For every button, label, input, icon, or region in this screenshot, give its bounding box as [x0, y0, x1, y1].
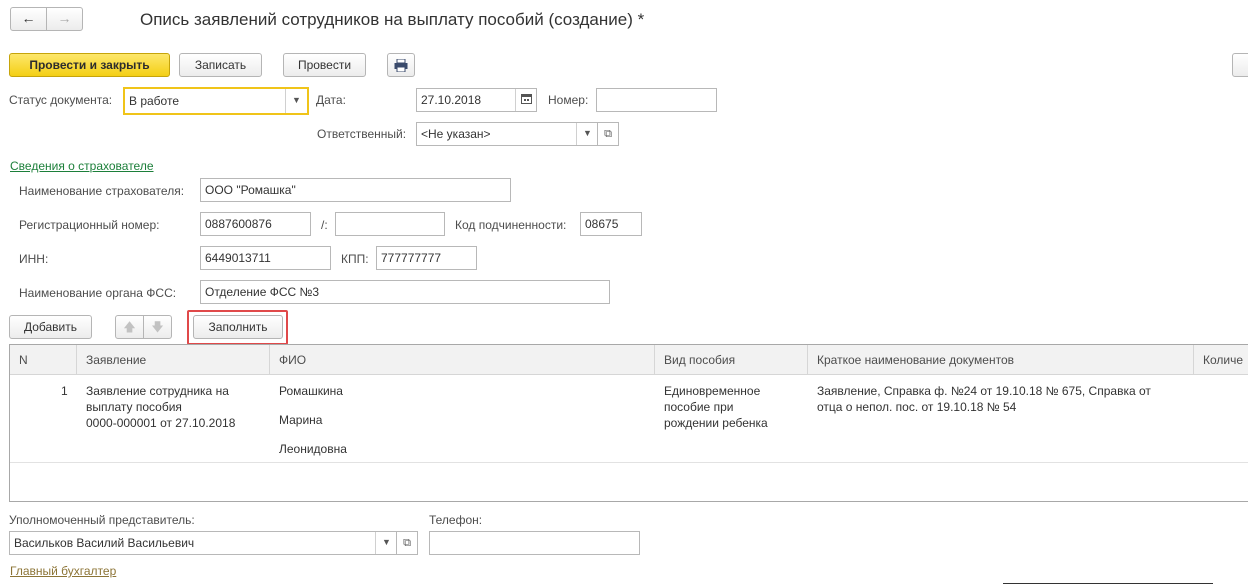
number-input[interactable] [596, 88, 717, 112]
sub-code-label: Код подчиненности: [455, 218, 567, 232]
number-label: Номер: [548, 93, 589, 107]
status-label: Статус документа: [9, 93, 113, 107]
move-up-button[interactable]: 🡅 [115, 315, 144, 339]
post-and-close-button[interactable]: Провести и закрыть [9, 53, 170, 77]
fss-input[interactable]: Отделение ФСС №3 [200, 280, 610, 304]
inn-input[interactable]: 6449013711 [200, 246, 331, 270]
row-benefit-line-3: рождении ребенка [664, 416, 768, 430]
fill-button[interactable]: Заполнить [193, 315, 283, 339]
representative-value: Васильков Василий Васильевич [14, 536, 195, 550]
date-label: Дата: [316, 93, 346, 107]
representative-select[interactable]: Васильков Василий Васильевич ▼ [9, 531, 397, 555]
row-docs-line-2: отца о непол. пос. от 19.10.18 № 54 [817, 400, 1017, 414]
open-form-icon: ⧉ [604, 128, 612, 140]
date-value: 27.10.2018 [421, 93, 482, 107]
post-button[interactable]: Провести [283, 53, 366, 77]
row-statement-line-2: выплату пособия [86, 400, 182, 414]
add-button[interactable]: Добавить [9, 315, 92, 339]
reg-number-input-2[interactable] [335, 212, 445, 236]
chevron-down-icon[interactable]: ▼ [285, 89, 307, 113]
forward-button[interactable]: → [46, 7, 83, 31]
arrow-right-icon: → [57, 10, 72, 26]
status-value: В работе [129, 94, 180, 108]
row-number: 1 [61, 384, 68, 398]
phone-label: Телефон: [429, 513, 483, 527]
column-header-quantity[interactable]: Количе [1194, 345, 1248, 375]
open-representative-button[interactable]: ⧉ [396, 531, 418, 555]
responsible-value: <Не указан> [421, 127, 491, 141]
table-row[interactable]: 1 Заявление сотрудника на выплату пособи… [10, 376, 1248, 463]
open-responsible-button[interactable]: ⧉ [597, 122, 619, 146]
page-title: Опись заявлений сотрудников на выплату п… [140, 10, 645, 29]
row-docs-line-1: Заявление, Справка ф. №24 от 19.10.18 № … [817, 384, 1151, 398]
chevron-down-icon[interactable]: ▼ [576, 123, 597, 145]
column-header-n[interactable]: N [10, 345, 77, 375]
column-header-statement[interactable]: Заявление [77, 345, 270, 375]
row-benefit-line-1: Единовременное [664, 384, 761, 398]
reg-number-label: Регистрационный номер: [19, 218, 160, 232]
column-header-benefit[interactable]: Вид пособия [655, 345, 808, 375]
statements-table: N Заявление ФИО Вид пособия Краткое наим… [9, 344, 1248, 502]
table-header: N Заявление ФИО Вид пособия Краткое наим… [10, 345, 1248, 375]
row-fio-line-2: Марина [279, 413, 323, 427]
reg-number-separator: /: [321, 218, 328, 232]
save-button[interactable]: Записать [179, 53, 262, 77]
sub-code-input[interactable]: 08675 [580, 212, 642, 236]
calendar-icon[interactable] [515, 89, 536, 111]
bottom-divider [1003, 583, 1213, 584]
row-statement-line-3: 0000-000001 от 27.10.2018 [86, 416, 236, 430]
representative-label: Уполномоченный представитель: [9, 513, 195, 527]
insurer-name-input[interactable]: ООО "Ромашка" [200, 178, 511, 202]
back-button[interactable]: ← [10, 7, 47, 31]
arrow-left-icon: ← [21, 10, 36, 26]
row-fio-line-3: Леонидовна [279, 442, 347, 456]
insurer-section-link[interactable]: Сведения о страхователе [10, 159, 154, 173]
chevron-down-icon[interactable]: ▼ [375, 532, 396, 554]
date-input[interactable]: 27.10.2018 [416, 88, 537, 112]
status-select[interactable]: В работе ▼ [123, 87, 309, 115]
printer-icon [394, 58, 408, 73]
phone-input[interactable] [429, 531, 640, 555]
inn-label: ИНН: [19, 252, 49, 266]
more-button-edge[interactable] [1232, 53, 1248, 77]
responsible-label: Ответственный: [317, 127, 407, 141]
row-fio-line-1: Ромашкина [279, 384, 343, 398]
move-down-button[interactable]: 🡇 [143, 315, 172, 339]
row-benefit-line-2: пособие при [664, 400, 734, 414]
kpp-input[interactable]: 777777777 [376, 246, 477, 270]
arrow-up-icon: 🡅 [123, 320, 136, 334]
kpp-label: КПП: [341, 252, 369, 266]
print-button[interactable] [387, 53, 415, 77]
column-header-fio[interactable]: ФИО [270, 345, 655, 375]
insurer-name-label: Наименование страхователя: [19, 184, 185, 198]
fss-label: Наименование органа ФСС: [19, 286, 177, 300]
responsible-select[interactable]: <Не указан> ▼ [416, 122, 598, 146]
open-form-icon: ⧉ [403, 537, 411, 549]
reg-number-input[interactable]: 0887600876 [200, 212, 311, 236]
column-header-docs[interactable]: Краткое наименование документов [808, 345, 1194, 375]
row-statement-line-1: Заявление сотрудника на [86, 384, 229, 398]
arrow-down-icon: 🡇 [151, 320, 164, 334]
chief-accountant-link[interactable]: Главный бухгалтер [10, 564, 116, 578]
